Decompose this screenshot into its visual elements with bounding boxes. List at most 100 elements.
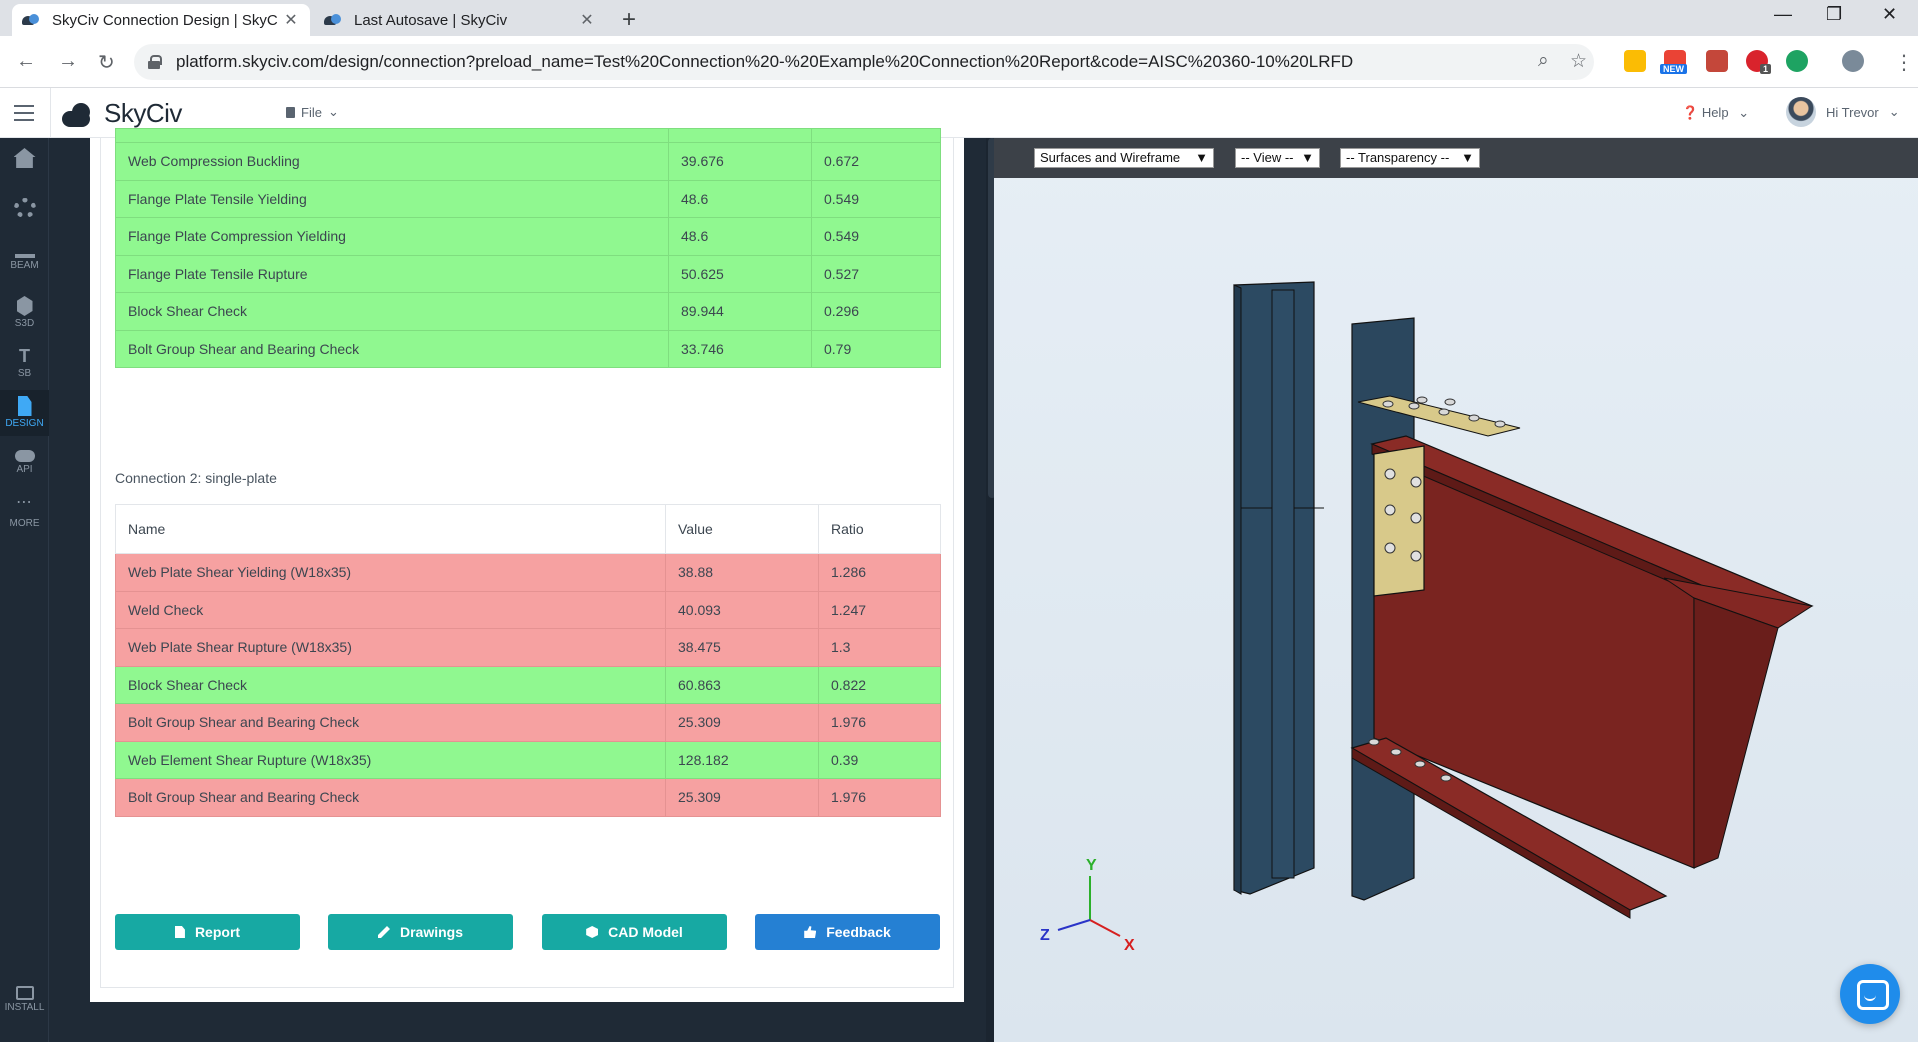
table-row: Web Plate Shear Yielding (W18x35) 38.88 1.… [115,553,941,592]
sidebar-item-label: INSTALL [4,1002,45,1013]
report-button[interactable]: Report [115,914,300,950]
cell-name: Web Element Shear Rupture (W18x35) [115,740,666,779]
cell-ratio: 0.549 [811,179,941,218]
table2-body: Web Plate Shear Yielding (W18x35) 38.88 1.… [115,553,941,817]
cell-name: Block Shear Check [115,665,666,704]
hamburger-menu-icon[interactable] [14,105,34,126]
lock-icon [148,55,162,69]
file-icon [286,106,295,118]
dropdown-arrow-icon: ▼ [1195,150,1208,165]
beam-end-face [1693,597,1779,869]
user-greeting: Hi Trevor [1826,104,1879,120]
help-menu-label: Help [1701,105,1729,120]
table-row-partial [115,128,941,143]
url-text[interactable]: platform.skyciv.com/design/connection?pr… [176,52,1516,72]
browser-tab-inactive[interactable]: Last Autosave | SkyCiv ✕ [314,4,606,36]
cell-ratio: 0.527 [811,254,941,293]
cell-ratio: 0.672 [811,142,941,181]
sidebar-item-design[interactable]: DESIGN [0,390,49,436]
skyciv-favicon-icon [324,14,342,26]
browser-menu-icon[interactable]: ⋮ [1894,50,1914,75]
table-row: Block Shear Check 60.863 0.822 [115,665,941,704]
skyciv-logo[interactable]: SkyCiv [62,98,182,129]
z-axis-line [1057,919,1091,931]
sidebar-item-label: SB [17,368,32,379]
sidebar-item-more[interactable]: ⋯ MORE [0,490,49,536]
cell-value: 60.863 [665,665,819,704]
transparency-select[interactable]: -- Transparency -- ▼ [1340,148,1480,168]
sidebar-item-sb[interactable]: T SB [0,340,49,386]
extension-green-icon[interactable] [1786,50,1808,72]
feedback-button[interactable]: Feedback [755,914,940,950]
3d-viewer[interactable]: Surfaces and Wireframe ▼ -- View -- ▼ --… [994,138,1918,1042]
y-axis-label: Y [1086,858,1097,874]
sidebar-item-s3d[interactable]: S3D [0,290,49,336]
column-header-ratio: Ratio [818,504,941,554]
table-row: Web Plate Shear Rupture (W18x35) 38.475 1.… [115,628,941,667]
bookmark-star-icon[interactable]: ☆ [1570,50,1587,73]
browser-tab-active[interactable]: SkyCiv Connection Design | SkyC ✕ [12,4,310,36]
cell-name: Flange Plate Tensile Rupture [115,254,669,293]
monitor-icon [15,986,34,1000]
user-menu[interactable]: Hi Trevor ⌄ [1786,97,1900,127]
sidebar-item-api[interactable]: API [0,440,49,486]
sidebar-item-beam[interactable]: BEAM [0,240,49,286]
cell-value: 38.475 [665,628,819,667]
table-row: Flange Plate Compression Yielding 48.6 0.5… [115,217,941,256]
back-icon[interactable]: ← [16,50,36,73]
cell-name: Flange Plate Tensile Yielding [115,179,669,218]
cell-value: 50.625 [668,254,812,293]
drawings-button-label: Drawings [399,924,463,940]
cad-model-button-label: CAD Model [608,924,683,940]
beam-icon [14,254,35,258]
render-mode-select[interactable]: Surfaces and Wireframe ▼ [1034,148,1214,168]
cell-ratio: 1.286 [818,553,941,592]
table-row: Bolt Group Shear and Bearing Check 25.309… [115,778,941,817]
profile-avatar-icon[interactable] [1842,50,1864,72]
cell-value: 38.88 [665,553,819,592]
sidebar-item-label: S3D [14,318,35,329]
x-axis-label: X [1124,937,1135,954]
address-bar[interactable]: platform.skyciv.com/design/connection?pr… [134,44,1594,80]
cell-value: 40.093 [665,590,819,629]
avatar [1786,97,1816,127]
header-divider [50,88,51,138]
chat-support-icon[interactable] [1840,964,1900,1024]
browser-toolbar: ← → ↻ platform.skyciv.com/design/connect… [0,36,1918,88]
cell-ratio: 1.247 [818,590,941,629]
cad-model-button[interactable]: CAD Model [542,914,727,950]
cell-name: Weld Check [115,590,666,629]
gear-icon [13,198,36,218]
extension-new-badge: NEW [1660,64,1687,74]
thumbs-up-icon [804,926,817,938]
extension-drive-icon[interactable] [1624,50,1646,72]
cube-icon [16,296,33,316]
forward-icon[interactable]: → [58,50,78,73]
drawings-button[interactable]: Drawings [328,914,513,950]
cell-name: Bolt Group Shear and Bearing Check [115,703,666,742]
table1-body: Web Compression Buckling 39.676 0.672 Flang… [115,128,941,368]
sidebar-item-home[interactable] [0,142,49,188]
close-window-icon[interactable]: ✕ [1882,4,1897,25]
cell-ratio: 0.549 [811,217,941,256]
table-row: Weld Check 40.093 1.247 [115,590,941,629]
new-tab-icon[interactable]: + [622,6,636,34]
help-menu[interactable]: ❓ Help ⌄ [1682,105,1749,121]
sidebar-item-install[interactable]: INSTALL [0,980,49,1026]
minimize-icon[interactable]: — [1774,4,1792,25]
help-icon: ❓ [1682,105,1699,120]
view-value: -- View -- [1241,150,1294,165]
sidebar-item-settings[interactable] [0,192,49,238]
close-tab-icon[interactable]: ✕ [578,10,596,30]
zoom-search-icon[interactable]: ⌕ [1538,50,1549,72]
restore-icon[interactable]: ❐ [1826,4,1842,25]
table-row: Web Element Shear Rupture (W18x35) 128.18… [115,740,941,779]
connection-2-label: Connection 2: single-plate [115,470,277,486]
sidebar-item-label: MORE [9,518,40,529]
close-tab-icon[interactable]: ✕ [282,10,300,30]
table-row: Bolt Group Shear and Bearing Check 25.309… [115,703,941,742]
file-menu[interactable]: File ⌄ [286,104,339,120]
extension-pdf-icon[interactable] [1706,50,1728,72]
view-select[interactable]: -- View -- ▼ [1235,148,1320,168]
reload-icon[interactable]: ↻ [98,50,115,75]
